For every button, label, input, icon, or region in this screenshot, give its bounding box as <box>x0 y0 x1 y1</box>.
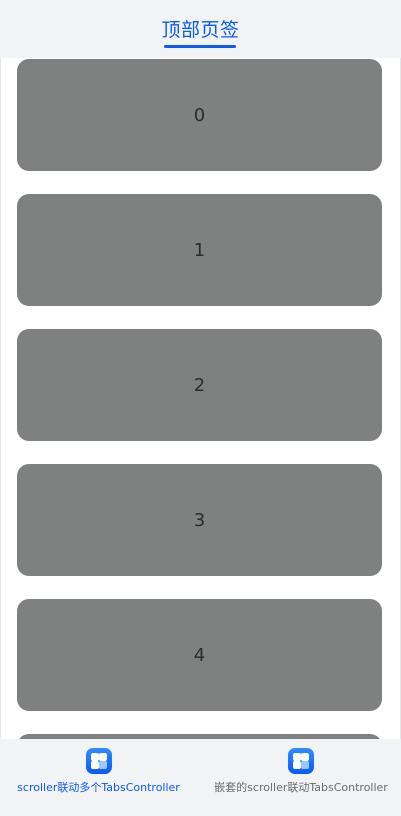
active-tab-indicator <box>164 45 236 48</box>
list-item-label: 3 <box>193 509 206 531</box>
list-item[interactable]: 4 <box>17 599 382 711</box>
bottom-tab-bar: scroller联动多个TabsController 嵌套的scroller联动… <box>0 739 401 816</box>
list-item[interactable]: 3 <box>17 464 382 576</box>
list-item-label: 2 <box>193 374 206 396</box>
list-item[interactable]: 1 <box>17 194 382 306</box>
tab-nested-scroller-tabs-controller[interactable]: 嵌套的scroller联动TabsController <box>201 739 401 816</box>
top-tab-bar: 顶部页签 <box>0 0 401 58</box>
top-tab-label: 顶部页签 <box>161 19 240 41</box>
list-item-label: 4 <box>193 644 206 666</box>
bottom-tab-label: scroller联动多个TabsController <box>17 781 180 794</box>
list-item[interactable]: 2 <box>17 329 382 441</box>
scroll-list[interactable]: 0 1 2 3 4 5 <box>0 58 401 739</box>
list-item-label: 1 <box>193 239 206 261</box>
grid-apps-icon <box>85 748 112 774</box>
list-item[interactable]: 0 <box>17 59 382 171</box>
list-item-label: 0 <box>193 104 206 126</box>
tab-scroller-multi-tabs-controller[interactable]: scroller联动多个TabsController <box>0 739 197 816</box>
grid-apps-icon <box>288 748 314 774</box>
bottom-tab-label: 嵌套的scroller联动TabsController <box>214 781 388 794</box>
tab-top-page[interactable]: 顶部页签 <box>0 0 401 58</box>
